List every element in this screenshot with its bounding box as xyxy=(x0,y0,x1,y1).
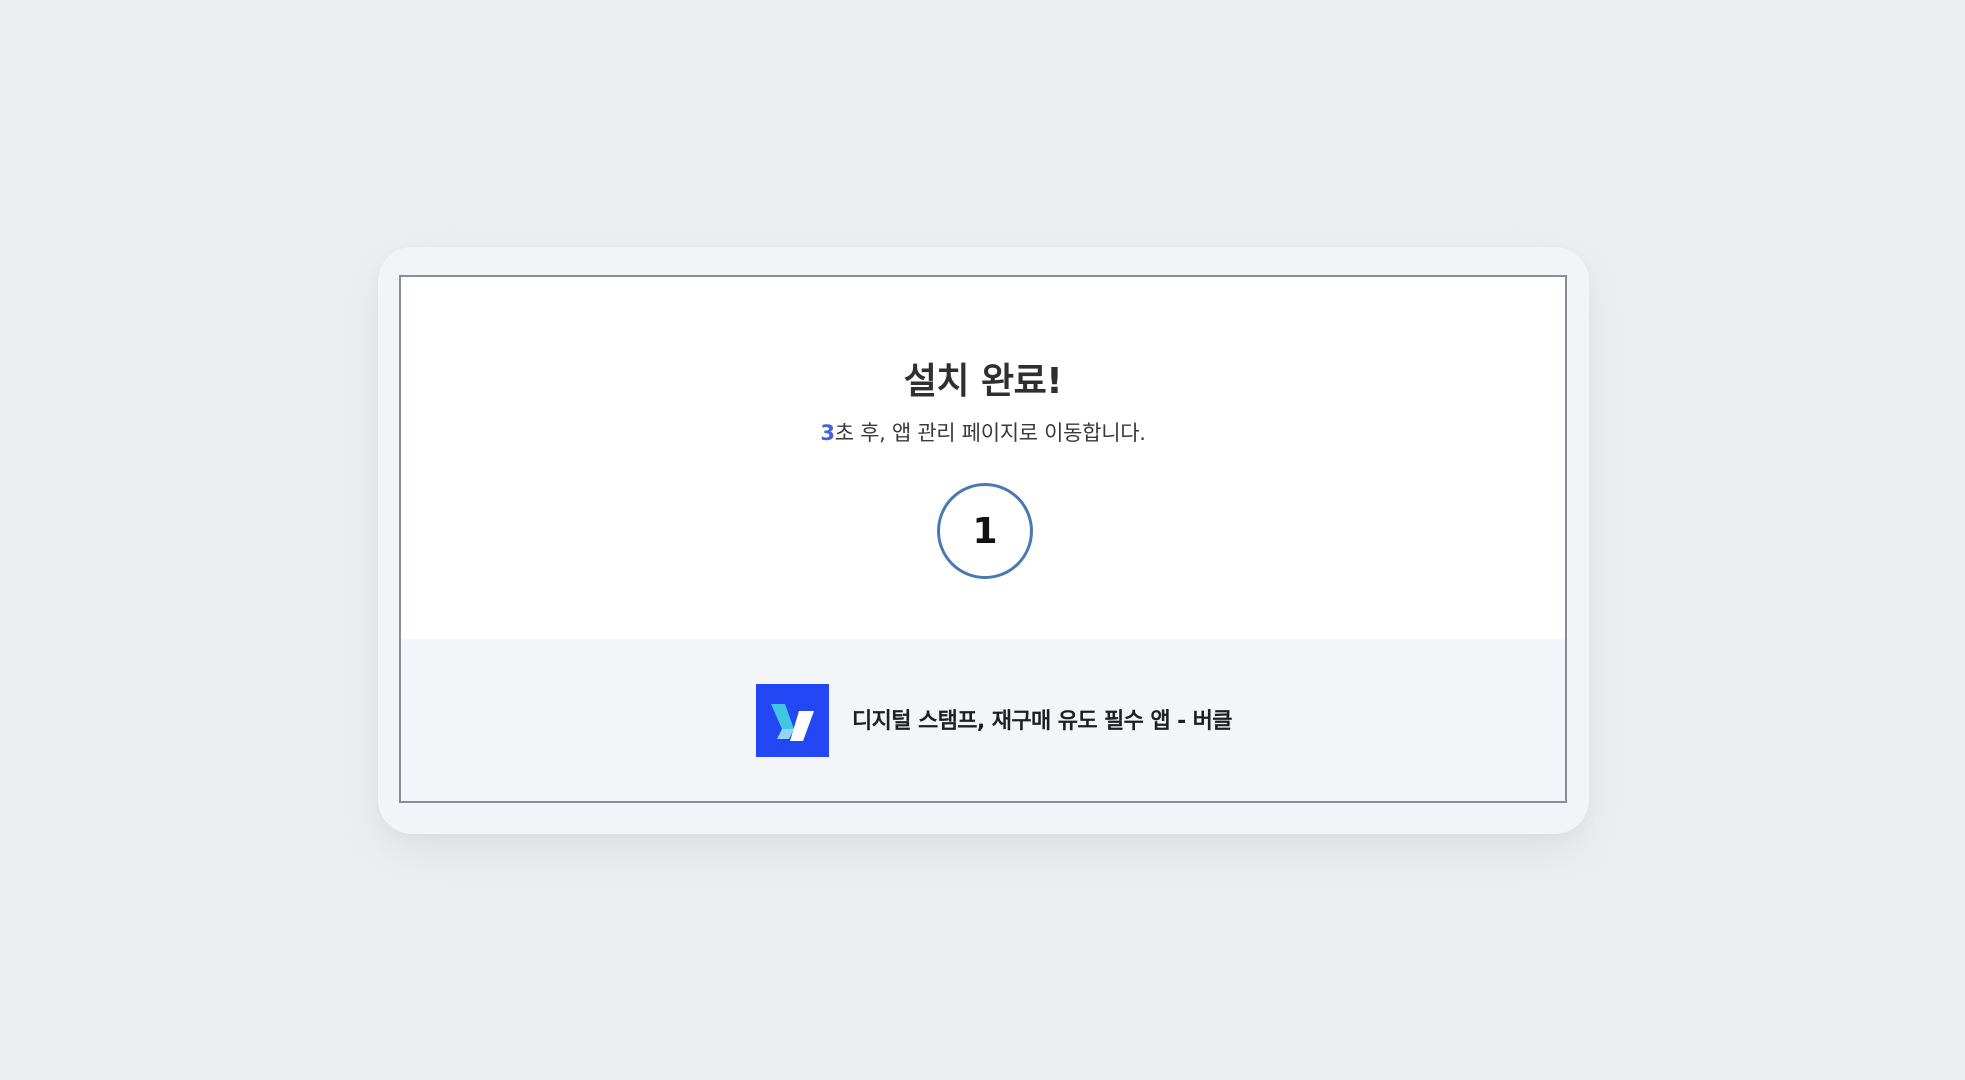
redirect-seconds: 3 xyxy=(820,421,835,445)
countdown-number: 1 xyxy=(972,510,998,552)
installed-app-section: 디지털 스탬프, 재구매 유도 필수 앱 - 버클 xyxy=(401,639,1565,801)
app-name: 디지털 스탬프, 재구매 유도 필수 앱 - 버클 xyxy=(852,709,1233,734)
redirect-message: 3초 후, 앱 관리 페이지로 이동합니다. xyxy=(401,417,1565,447)
redirect-message-text: 초 후, 앱 관리 페이지로 이동합니다. xyxy=(834,421,1146,445)
dialog-content-frame: 설치 완료! 3초 후, 앱 관리 페이지로 이동합니다. 1 디지털 스탬프,… xyxy=(399,275,1567,803)
dialog-message-section: 설치 완료! 3초 후, 앱 관리 페이지로 이동합니다. 1 xyxy=(401,277,1565,639)
countdown-circle: 1 xyxy=(937,483,1033,579)
vercle-logo-icon xyxy=(756,684,829,757)
dialog-title: 설치 완료! xyxy=(903,361,1063,402)
